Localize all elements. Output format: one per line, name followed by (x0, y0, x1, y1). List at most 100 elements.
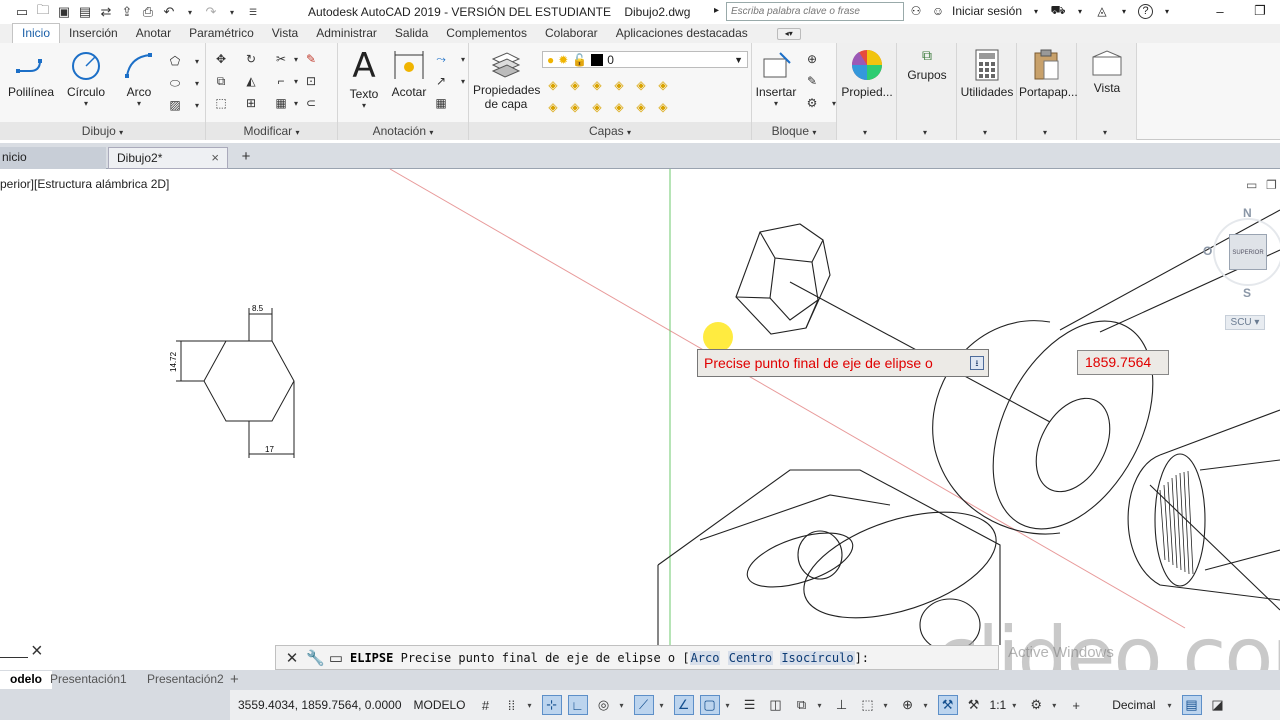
array-dropdown-icon[interactable]: ▾ (288, 95, 304, 111)
ribbon-toggle-icon[interactable]: ◂▾ (776, 28, 801, 40)
scale-icon[interactable]: ⊞ (243, 95, 259, 111)
snap-icon[interactable]: ⁞⁞ (502, 695, 522, 715)
anotacion-panel-title[interactable]: Anotación ▾ (338, 122, 468, 140)
layer-dropdown[interactable]: ● ✹ 🔓 0 ▼ (542, 51, 748, 68)
copy-icon[interactable]: ⧉ (213, 73, 229, 89)
dynamic-ucs-icon[interactable]: ⬚ (858, 695, 878, 715)
fillet-dropdown-icon[interactable]: ▾ (288, 73, 304, 89)
layout-tab-presentacion1[interactable]: Presentación1 (40, 671, 137, 689)
arco-button[interactable]: Arco ▾ (118, 51, 160, 108)
osnap-dropdown-icon[interactable]: ▾ (726, 701, 734, 710)
gizmo-icon[interactable]: ⊕ (898, 695, 918, 715)
viewcube-south[interactable]: S (1243, 286, 1251, 300)
texto-button[interactable]: A Texto ▾ (346, 49, 382, 110)
isolate-objects-icon[interactable]: ◪ (1208, 695, 1228, 715)
annotation-monitor-icon[interactable]: + (1066, 695, 1086, 715)
layer-tool-1-icon[interactable]: ◈ (545, 77, 561, 93)
user-icon[interactable]: ☺ (930, 3, 946, 19)
tab-parametrico[interactable]: Paramétrico (180, 24, 263, 43)
create-block-icon[interactable]: ⊕ (804, 51, 820, 67)
layer-tool-12-icon[interactable]: ◈ (655, 99, 671, 115)
tab-vista[interactable]: Vista (263, 24, 307, 43)
command-customize-icon[interactable]: 🔧 (306, 649, 325, 667)
cart-dropdown-icon[interactable]: ▾ (1072, 3, 1088, 19)
trim-icon[interactable]: ✂ (273, 51, 289, 67)
layer-tool-6-icon[interactable]: ◈ (655, 77, 671, 93)
offset-icon[interactable]: ⊂ (303, 95, 319, 111)
transparency-icon[interactable]: ◫ (766, 695, 786, 715)
layer-tool-3-icon[interactable]: ◈ (589, 77, 605, 93)
scale-dropdown-icon[interactable]: ▾ (1012, 701, 1020, 710)
annotation-autoscale-icon[interactable]: ⚒ (964, 695, 984, 715)
hatch-dropdown-icon[interactable]: ▾ (189, 97, 205, 113)
option-isocirculo[interactable]: Isocírculo (780, 650, 855, 665)
linear-dim-icon[interactable]: ⤳ (433, 51, 449, 67)
rotate-icon[interactable]: ↻ (243, 51, 259, 67)
bloque-panel-title[interactable]: Bloque ▾ (752, 122, 836, 140)
tab-salida[interactable]: Salida (386, 24, 437, 43)
signin-label[interactable]: Iniciar sesión (952, 4, 1022, 18)
save-icon[interactable]: ▣ (56, 4, 72, 20)
vista-expand-icon[interactable]: ▾ (1103, 128, 1107, 137)
share-icon[interactable]: ⇪ (119, 4, 135, 20)
close-tab-icon[interactable]: × (211, 148, 219, 168)
trim-dropdown-icon[interactable]: ▾ (288, 51, 304, 67)
layer-tool-10-icon[interactable]: ◈ (611, 99, 627, 115)
snap-dropdown-icon[interactable]: ▾ (528, 701, 536, 710)
annotation-scale[interactable]: 1:1 (990, 698, 1007, 712)
units-dropdown-icon[interactable]: ▾ (1168, 701, 1176, 710)
command-close-x-icon[interactable]: ✕ (284, 649, 300, 667)
viewport-minimize-icon[interactable]: ▭ (1246, 178, 1257, 192)
utilidades-button[interactable]: Utilidades (959, 49, 1015, 99)
command-line[interactable]: ✕ 🔧 ▭ ELIPSE Precise punto final de eje … (275, 645, 999, 670)
grid-icon[interactable]: # (476, 695, 496, 715)
tab-inicio[interactable]: Inicio (12, 23, 61, 43)
layer-tool-4-icon[interactable]: ◈ (611, 77, 627, 93)
file-tab-dibujo2[interactable]: Dibujo2* × (108, 147, 228, 169)
stretch-icon[interactable]: ⬚ (213, 95, 229, 111)
ellipse-dropdown-icon[interactable]: ▾ (189, 75, 205, 91)
workspace-gear-icon[interactable]: ⚙ (1026, 695, 1046, 715)
tab-insercion[interactable]: Inserción (60, 24, 127, 43)
workspace-dropdown-icon[interactable]: ▾ (1052, 701, 1060, 710)
undo-icon[interactable]: ↶ (161, 4, 177, 20)
array-icon[interactable]: ▦ (273, 95, 289, 111)
object-snap-icon[interactable]: ▢ (699, 695, 720, 715)
tab-aplicaciones[interactable]: Aplicaciones destacadas (607, 24, 757, 43)
leader-icon[interactable]: ↗ (433, 73, 449, 89)
arco-dropdown-icon[interactable]: ▾ (118, 99, 160, 108)
layer-tool-11-icon[interactable]: ◈ (633, 99, 649, 115)
hatch-icon[interactable]: ▨ (167, 97, 183, 113)
layout-tab-presentacion2[interactable]: Presentación2 (137, 671, 234, 689)
grupos-expand-icon[interactable]: ▾ (923, 128, 927, 137)
file-tab-inicio[interactable]: nicio (0, 147, 106, 169)
acotar-button[interactable]: Acotar (388, 51, 430, 99)
texto-dropdown-icon[interactable]: ▾ (346, 101, 382, 110)
portapapeles-expand-icon[interactable]: ▾ (1043, 128, 1047, 137)
ucs-menu[interactable]: SCU ▾ (1225, 315, 1265, 330)
undo-dropdown-icon[interactable]: ▾ (182, 4, 198, 20)
command-close-icon[interactable]: × (31, 640, 43, 663)
table-icon[interactable]: ▦ (433, 95, 449, 111)
capas-panel-title[interactable]: Capas ▾ (469, 122, 751, 140)
polilinea-button[interactable]: Polilínea (8, 51, 54, 99)
annotation-visibility-icon[interactable]: ⚒ (937, 695, 958, 715)
quick-properties-icon[interactable]: ▤ (1181, 695, 1202, 715)
minimize-icon[interactable]: – (1200, 0, 1240, 22)
grupos-button[interactable]: ⧉ Grupos (899, 47, 955, 82)
cart-icon[interactable]: ⛟ (1050, 3, 1066, 19)
insertar-button[interactable]: Insertar ▾ (754, 51, 798, 108)
ortho-icon[interactable]: ∟ (567, 695, 588, 715)
save-as-icon[interactable]: ▤ (77, 4, 93, 20)
dibujo-panel-title[interactable]: Dibujo ▾ (0, 122, 205, 140)
units-dropdown[interactable]: Decimal (1112, 698, 1155, 712)
autodesk-icon[interactable]: ◬ (1094, 3, 1110, 19)
object-snap-tracking-icon[interactable]: ∠ (673, 695, 694, 715)
viewcube-face[interactable]: SUPERIOR (1229, 234, 1267, 270)
dynamic-input-options-icon[interactable]: ⭳ (970, 356, 984, 370)
open-folder-icon[interactable]: 🗀 (35, 2, 51, 20)
edit-block-icon[interactable]: ✎ (804, 73, 820, 89)
viewport-restore-icon[interactable]: ❐ (1266, 178, 1277, 192)
polygon-icon[interactable]: ⬠ (167, 53, 183, 69)
propiedades-button[interactable]: Propied... (839, 49, 895, 99)
